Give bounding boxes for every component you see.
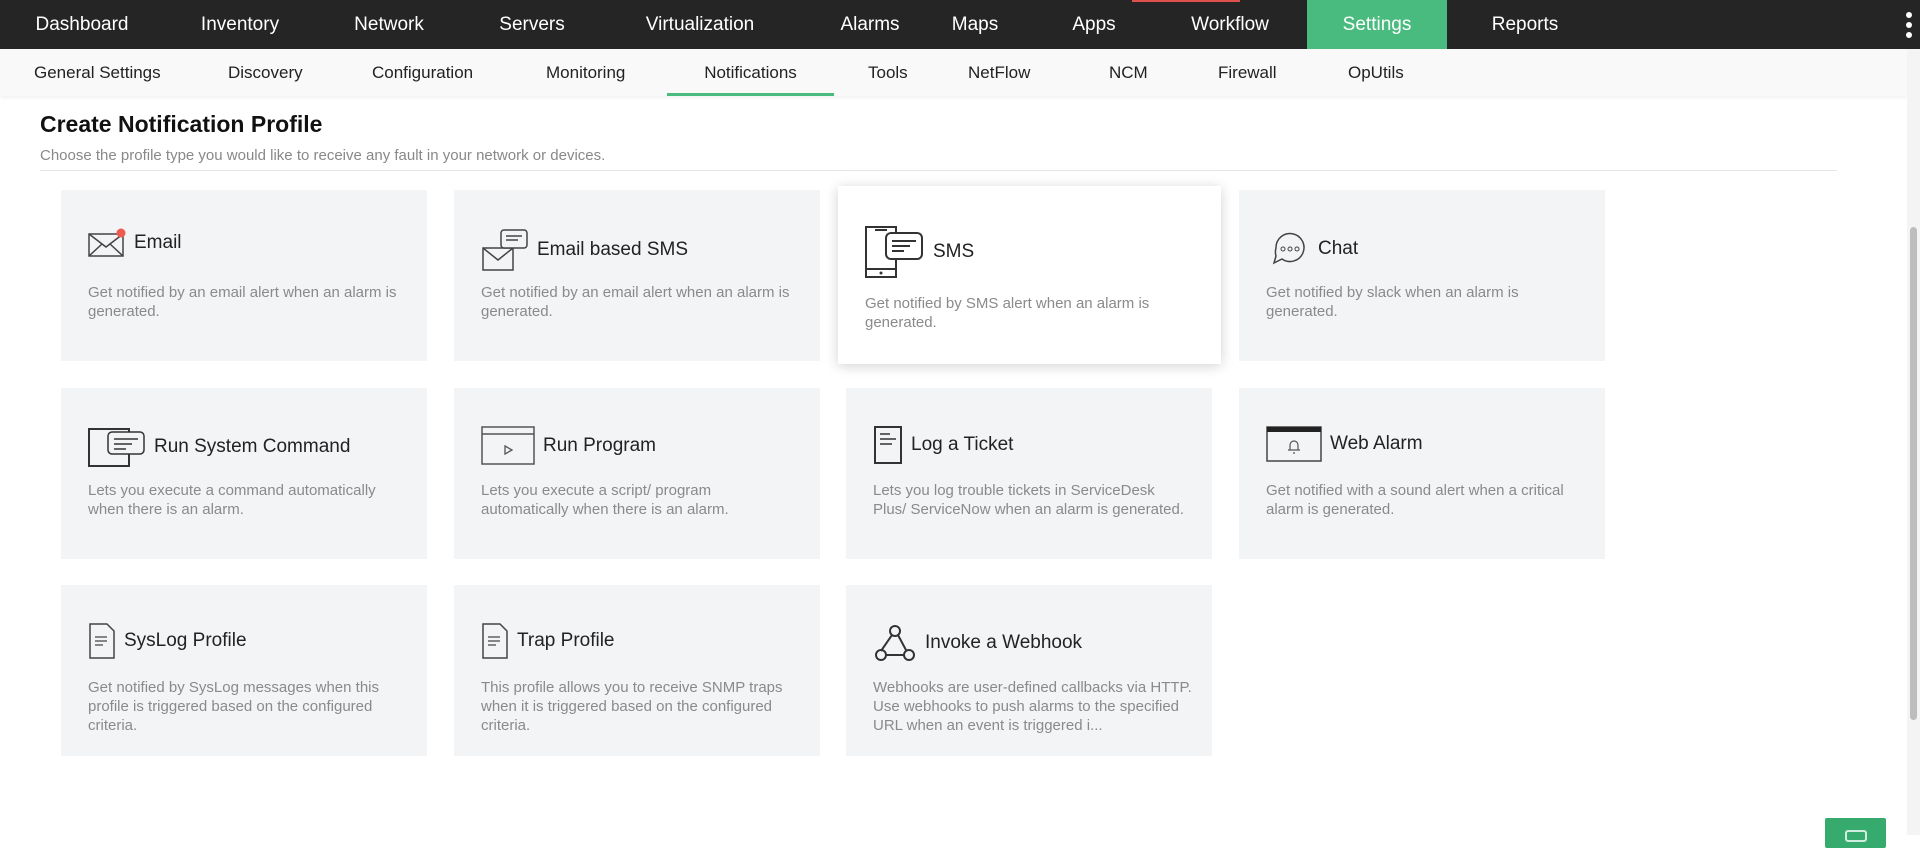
profile-card-sms[interactable]: SMS Get notified by SMS alert when an ala… (838, 186, 1221, 364)
card-header: Email (88, 228, 182, 258)
tab-oputils[interactable]: OpUtils (1348, 49, 1404, 96)
tab-ncm[interactable]: NCM (1109, 49, 1148, 96)
tab-general-settings[interactable]: General Settings (34, 49, 161, 96)
card-description: Get notified by an email alert when an a… (88, 284, 397, 320)
card-header: Log a Ticket (873, 426, 1013, 464)
card-title: Chat (1318, 238, 1359, 259)
web-alarm-icon (1266, 426, 1322, 462)
profile-card-run-program[interactable]: Run Program Lets you execute a script/ pr… (454, 388, 820, 559)
profile-card-email[interactable]: Email Get notified by an email alert when… (61, 190, 427, 361)
card-description: Get notified by slack when an alarm is g… (1266, 284, 1519, 320)
card-header: SysLog Profile (88, 623, 247, 659)
card-header: Run Program (481, 426, 656, 466)
card-title: Email (134, 232, 182, 253)
card-header: Trap Profile (481, 623, 615, 659)
profile-card-log-a-ticket[interactable]: Log a Ticket Lets you log trouble tickets… (846, 388, 1212, 559)
card-description: Get notified by SysLog messages when thi… (88, 679, 379, 734)
card-title: SysLog Profile (124, 630, 247, 651)
tab-notifications[interactable]: Notifications (667, 49, 834, 96)
nav-workflow[interactable]: Workflow (1170, 0, 1290, 49)
nav-virtualization[interactable]: Virtualization (620, 0, 780, 49)
more-options-icon[interactable] (1906, 12, 1912, 38)
profile-card-chat[interactable]: Chat Get notified by slack when an alarm … (1239, 190, 1605, 361)
card-description: Get notified by an email alert when an a… (481, 284, 790, 320)
profile-card-run-system-command[interactable]: Run System Command Lets you execute a com… (61, 388, 427, 559)
chat-icon (1266, 228, 1310, 270)
card-title: SMS (933, 241, 975, 262)
profile-card-web-alarm[interactable]: Web Alarm Get notified with a sound alert… (1239, 388, 1605, 559)
card-description: Lets you execute a command automatically… (88, 482, 376, 518)
card-title: Web Alarm (1330, 433, 1423, 454)
tab-monitoring[interactable]: Monitoring (546, 49, 625, 96)
tab-discovery[interactable]: Discovery (228, 49, 303, 96)
card-title: Log a Ticket (911, 434, 1014, 455)
sms-icon (865, 226, 925, 278)
divider (40, 170, 1837, 171)
chat-support-button[interactable] (1825, 818, 1886, 848)
top-nav: Dashboard Inventory Network Servers Virt… (0, 0, 1920, 49)
page-title: Create Notification Profile (40, 111, 323, 137)
nav-settings[interactable]: Settings (1307, 0, 1447, 49)
card-header: Run System Command (88, 426, 350, 468)
scrollbar-thumb[interactable] (1910, 227, 1917, 720)
tab-firewall[interactable]: Firewall (1218, 49, 1277, 96)
email-icon (88, 228, 126, 258)
nav-dashboard[interactable]: Dashboard (20, 0, 144, 49)
document-icon (88, 623, 116, 659)
email-sms-icon (481, 228, 529, 272)
card-title: Invoke a Webhook (925, 632, 1083, 653)
tab-netflow[interactable]: NetFlow (968, 49, 1030, 96)
command-icon (88, 426, 146, 468)
sub-nav: General Settings Discovery Configuration… (0, 49, 1907, 96)
ticket-icon (873, 426, 903, 464)
card-title: Run System Command (154, 436, 351, 457)
card-description: Lets you log trouble tickets in ServiceD… (873, 482, 1184, 518)
nav-reports[interactable]: Reports (1470, 0, 1580, 49)
document-icon (481, 623, 509, 659)
card-description: Webhooks are user-defined callbacks via … (873, 679, 1192, 734)
scrollbar[interactable] (1907, 49, 1920, 835)
card-description: Get notified with a sound alert when a c… (1266, 482, 1564, 518)
tab-tools[interactable]: Tools (868, 49, 908, 96)
card-description: Lets you execute a script/ program autom… (481, 482, 729, 518)
card-description: Get notified by SMS alert when an alarm … (865, 295, 1150, 331)
card-header: Chat (1266, 228, 1358, 270)
card-title: Run Program (543, 435, 656, 456)
card-header: Web Alarm (1266, 426, 1423, 462)
page-subtitle: Choose the profile type you would like t… (40, 147, 606, 164)
nav-apps[interactable]: Apps (1050, 0, 1138, 49)
nav-maps[interactable]: Maps (930, 0, 1020, 49)
profile-card-trap-profile[interactable]: Trap Profile This profile allows you to r… (454, 585, 820, 756)
card-title: Trap Profile (517, 630, 615, 651)
card-title: Email based SMS (537, 239, 689, 260)
profile-card-email-based-sms[interactable]: Email based SMS Get notified by an email … (454, 190, 820, 361)
card-header: SMS (865, 226, 974, 278)
card-header: Email based SMS (481, 228, 688, 272)
nav-network[interactable]: Network (337, 0, 441, 49)
nav-alarms[interactable]: Alarms (820, 0, 920, 49)
program-icon (481, 426, 535, 466)
chat-icon (1845, 830, 1867, 842)
card-description: This profile allows you to receive SNMP … (481, 679, 783, 734)
tab-configuration[interactable]: Configuration (372, 49, 473, 96)
nav-servers[interactable]: Servers (485, 0, 579, 49)
profile-card-syslog-profile[interactable]: SysLog Profile Get notified by SysLog mes… (61, 585, 427, 756)
webhook-icon (873, 623, 917, 663)
card-header: Invoke a Webhook (873, 623, 1082, 663)
nav-inventory[interactable]: Inventory (183, 0, 297, 49)
profile-card-invoke-a-webhook[interactable]: Invoke a Webhook Webhooks are user-define… (846, 585, 1212, 756)
